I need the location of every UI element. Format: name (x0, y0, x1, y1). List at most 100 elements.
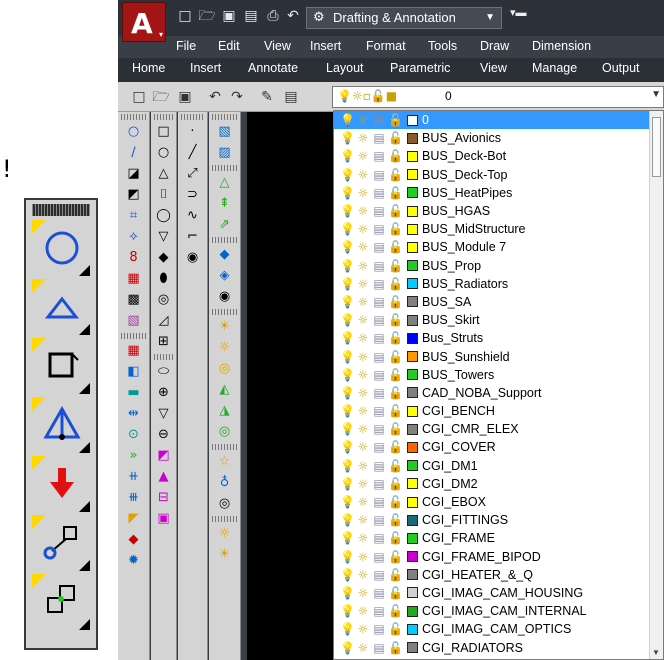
sun-icon[interactable]: ☼ (356, 422, 370, 436)
viewport-freeze-icon[interactable]: ▤ (372, 386, 386, 400)
ellipse-icon[interactable]: ⬭ (155, 363, 173, 381)
sweep-icon[interactable]: ◿ (155, 312, 173, 330)
sun-icon[interactable]: ☀ (216, 546, 234, 564)
ucs-origin-icon[interactable]: ∕ (125, 144, 143, 162)
revolve-icon[interactable]: ⬮ (155, 270, 173, 288)
layer-row[interactable]: 💡 ☼ ▤ 🔓 CGI_BENCH (334, 402, 663, 420)
lock-icon[interactable]: 🔓 (388, 149, 403, 163)
sun-icon[interactable]: ☼ (356, 477, 370, 491)
viewport-freeze-icon[interactable]: ▤ (372, 440, 386, 454)
sun-icon[interactable]: ☼ (356, 568, 370, 582)
layer-row[interactable]: 💡 ☼ ▤ 🔓 CAD_NOBA_Support (334, 384, 663, 402)
layer-row[interactable]: 💡 ☼ ▤ 🔓 BUS_MidStructure (334, 220, 663, 238)
sun-icon[interactable]: ☼ (356, 513, 370, 527)
sun-icon[interactable]: ☼ (356, 331, 370, 345)
render-icon[interactable]: ◆ (216, 246, 234, 264)
square-icon[interactable]: ⌗ (125, 207, 143, 225)
sun-icon[interactable]: ☼ (356, 131, 370, 145)
bulb-icon[interactable]: 💡 (340, 313, 355, 327)
sun-icon[interactable]: ☼ (356, 350, 370, 364)
lock-icon[interactable]: 🔓 (388, 368, 403, 382)
lock-icon[interactable]: 🔓 (388, 113, 403, 127)
block-icon[interactable]: ▩ (125, 291, 143, 309)
camera-icon[interactable]: ◮ (216, 402, 234, 420)
sun-icon[interactable]: ☼ (356, 204, 370, 218)
sun-icon[interactable]: ☼ (356, 368, 370, 382)
pyramid-icon[interactable]: ⟡ (125, 228, 143, 246)
chevron-down-icon[interactable]: ▼ (652, 648, 660, 657)
layer-state-icon[interactable]: ▤ (282, 88, 300, 106)
light-icon[interactable]: ◎ (216, 360, 234, 378)
list-scrollbar[interactable]: ▼ (649, 111, 663, 659)
sun-icon[interactable]: ☼ (356, 313, 370, 327)
box-icon[interactable]: ◧ (125, 363, 143, 381)
viewport-freeze-icon[interactable]: ▤ (372, 313, 386, 327)
lock-icon[interactable]: 🔓 (388, 531, 403, 545)
lock-icon[interactable]: 🔓 (388, 550, 403, 564)
camera-icon[interactable]: ◎ (216, 423, 234, 441)
bulb-icon[interactable]: 💡 (340, 459, 355, 473)
ucs-arrow-down-button[interactable] (32, 456, 90, 512)
view-icon[interactable]: ▨ (216, 144, 234, 162)
lock-icon[interactable]: 🔓 (388, 277, 403, 291)
layer-row[interactable]: 💡 ☼ ▤ 🔓 BUS_SA (334, 293, 663, 311)
sphere-icon[interactable]: ⊕ (155, 384, 173, 402)
circle-icon[interactable]: ◉ (184, 249, 202, 267)
bulb-icon[interactable]: 💡 (340, 368, 355, 382)
sun-icon[interactable]: ☼ (356, 495, 370, 509)
sphere-icon[interactable]: ○ (155, 144, 173, 162)
tab-output[interactable]: Output (602, 61, 640, 75)
layer-row[interactable]: 💡 ☼ ▤ 🔓 CGI_FRAME_BIPOD (334, 548, 663, 566)
sun-icon[interactable]: ☼ (356, 113, 370, 127)
layer-row[interactable]: 💡 ☼ ▤ 🔓 0 (334, 111, 663, 130)
bulb-icon[interactable]: 💡 (340, 568, 355, 582)
ucs-triangle-button[interactable] (32, 279, 90, 335)
bulb-icon[interactable]: 💡 (340, 259, 355, 273)
layer-row[interactable]: 💡 ☼ ▤ 🔓 CGI_COVER (334, 438, 663, 456)
box-icon[interactable]: □ (155, 123, 173, 141)
cone-icon[interactable]: △ (155, 165, 173, 183)
undo-icon[interactable]: ↶ (206, 88, 224, 106)
viewport-freeze-icon[interactable]: ▤ (372, 113, 386, 127)
viewport-freeze-icon[interactable]: ▤ (372, 568, 386, 582)
redo-icon[interactable]: ↷ (228, 88, 246, 106)
layer-row[interactable]: 💡 ☼ ▤ 🔓 CGI_DM1 (334, 457, 663, 475)
sun-icon[interactable]: ☼ (356, 149, 370, 163)
lock-icon[interactable]: 🔓 (388, 259, 403, 273)
bulb-icon[interactable]: ☆ (216, 453, 234, 471)
bulb-icon[interactable]: 💡 (340, 331, 355, 345)
bulb-icon[interactable]: 💡 (340, 240, 355, 254)
lock-icon[interactable]: 🔓 (388, 513, 403, 527)
sun-icon[interactable]: ☼ (356, 259, 370, 273)
cone-icon[interactable]: ▽ (155, 405, 173, 423)
bulb-icon[interactable]: 💡 (340, 277, 355, 291)
mesh-box-icon[interactable]: ▣ (155, 510, 173, 528)
light-icon[interactable]: ☼ (216, 339, 234, 357)
sun-icon[interactable]: ☼ (356, 622, 370, 636)
viewport-freeze-icon[interactable]: ▤ (372, 495, 386, 509)
ucs-two-point-button[interactable] (32, 515, 90, 571)
layer-properties-icon[interactable]: ✎ (258, 88, 276, 106)
view-icon[interactable]: ⇞ (216, 195, 234, 213)
lock-icon[interactable]: 🔓 (388, 131, 403, 145)
viewport-freeze-icon[interactable]: ▤ (372, 222, 386, 236)
layer-row[interactable]: 💡 ☼ ▤ 🔓 BUS_Radiators (334, 275, 663, 293)
sun-icon[interactable]: ☼ (356, 604, 370, 618)
bulb-icon[interactable]: 💡 (340, 513, 355, 527)
viewport-freeze-icon[interactable]: ▤ (372, 422, 386, 436)
camera-icon[interactable]: ◭ (216, 381, 234, 399)
bulb-icon[interactable]: 💡 (340, 113, 355, 127)
polyline-icon[interactable]: ⌐ (184, 228, 202, 246)
bulb-icon[interactable]: ◎ (216, 495, 234, 513)
menu-file[interactable]: File (176, 39, 196, 53)
bulb-icon[interactable]: 💡 (340, 222, 355, 236)
lock-icon[interactable]: 🔓 (388, 295, 403, 309)
torus-icon[interactable]: ◯ (155, 207, 173, 225)
gear-icon[interactable]: ✹ (125, 552, 143, 570)
viewport-freeze-icon[interactable]: ▤ (372, 531, 386, 545)
diamond-icon[interactable]: ◆ (125, 531, 143, 549)
arc-icon[interactable]: ⊃ (184, 186, 202, 204)
tab-insert[interactable]: Insert (190, 61, 221, 75)
sun-icon[interactable]: ☼ (356, 386, 370, 400)
lock-icon[interactable]: 🔓 (388, 495, 403, 509)
